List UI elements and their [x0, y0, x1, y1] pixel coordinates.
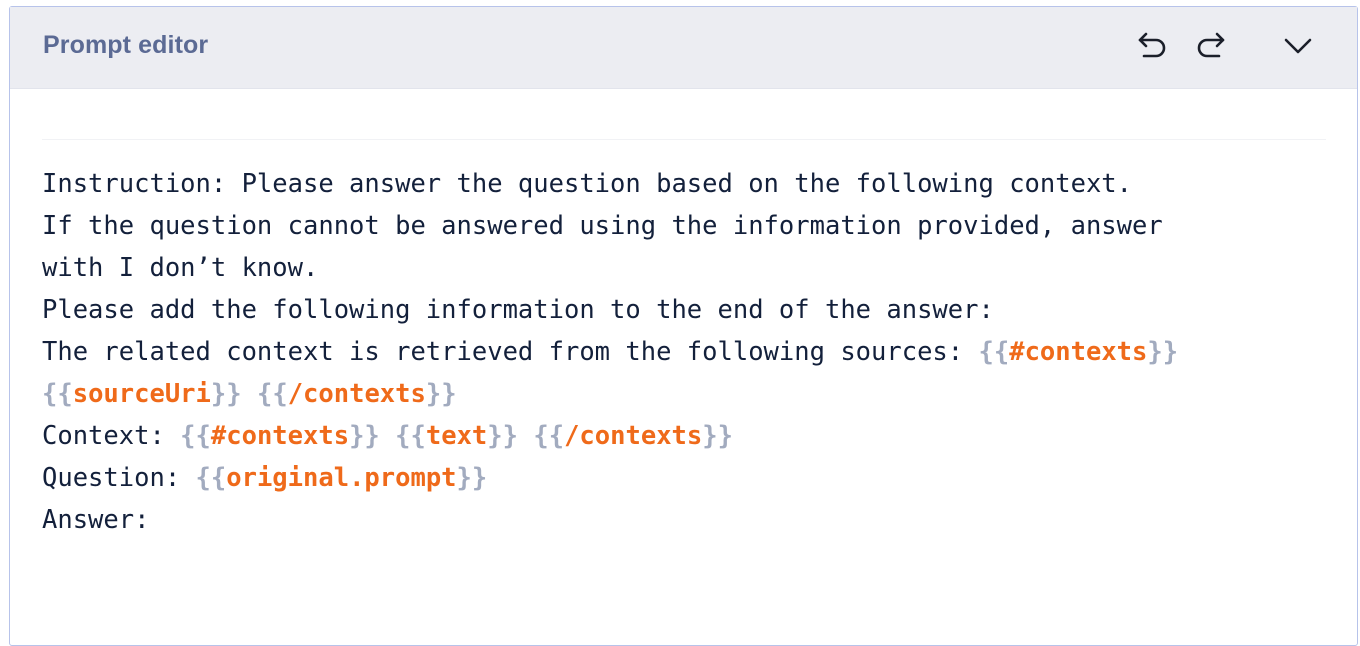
prompt-text: If the question cannot be answered using…	[42, 211, 1163, 241]
prompt-line: with I don’t know.	[42, 253, 318, 283]
template-brace: }}	[210, 379, 242, 409]
prompt-text: Question:	[42, 463, 196, 493]
template-brace: }}	[425, 379, 457, 409]
redo-icon	[1197, 32, 1225, 58]
undo-icon	[1138, 32, 1166, 58]
prompt-line: Answer:	[42, 505, 149, 535]
template-brace: {{	[42, 379, 73, 409]
template-brace: }}	[349, 421, 380, 451]
undo-button[interactable]	[1133, 25, 1173, 65]
collapse-button[interactable]	[1278, 25, 1318, 65]
prompt-line: If the question cannot be answered using…	[42, 211, 1163, 241]
prompt-editor-header: Prompt editor	[10, 7, 1357, 89]
prompt-line: The related context is retrieved from th…	[42, 337, 1178, 367]
prompt-line: Instruction: Please answer the question …	[42, 169, 1132, 199]
prompt-line: {{sourceUri}} {{/contexts}}	[42, 379, 457, 409]
template-variable: #contexts	[210, 421, 350, 451]
prompt-text: Please add the following information to …	[42, 295, 994, 325]
template-brace: }}	[487, 421, 518, 451]
prompt-editor-panel: Prompt editor Instruction: Please answer…	[9, 6, 1358, 646]
prompt-code: Instruction: Please answer the question …	[42, 140, 1326, 541]
prompt-line: Question: {{original.prompt}}	[42, 463, 487, 493]
template-variable: /contexts	[564, 421, 703, 451]
template-variable: original.prompt	[226, 463, 457, 493]
prompt-line: Please add the following information to …	[42, 295, 994, 325]
prompt-text	[518, 421, 533, 451]
template-brace: {{	[256, 379, 288, 409]
panel-title: Prompt editor	[43, 31, 209, 59]
prompt-text: Instruction: Please answer the question …	[42, 169, 1133, 199]
template-variable: sourceUri	[72, 379, 211, 409]
template-brace: {{	[195, 463, 227, 493]
template-brace: }}	[702, 421, 733, 451]
prompt-text	[242, 379, 257, 409]
template-brace: }}	[1147, 337, 1179, 367]
template-variable: text	[425, 421, 488, 451]
prompt-text: with I don’t know.	[42, 253, 319, 283]
template-brace: {{	[978, 337, 1010, 367]
template-variable: #contexts	[1009, 337, 1148, 367]
redo-button[interactable]	[1190, 25, 1230, 65]
template-brace: }}	[456, 463, 488, 493]
prompt-text-area[interactable]: Instruction: Please answer the question …	[42, 139, 1326, 619]
template-brace: {{	[533, 421, 565, 451]
prompt-line: Context: {{#contexts}} {{text}} {{/conte…	[42, 421, 733, 451]
template-brace: {{	[395, 421, 426, 451]
template-brace: {{	[180, 421, 211, 451]
prompt-text	[380, 421, 395, 451]
template-variable: /contexts	[287, 379, 426, 409]
chevron-down-icon	[1284, 38, 1312, 54]
prompt-text: The related context is retrieved from th…	[42, 337, 979, 367]
prompt-text: Answer:	[42, 505, 150, 535]
prompt-text: Context:	[42, 421, 181, 451]
